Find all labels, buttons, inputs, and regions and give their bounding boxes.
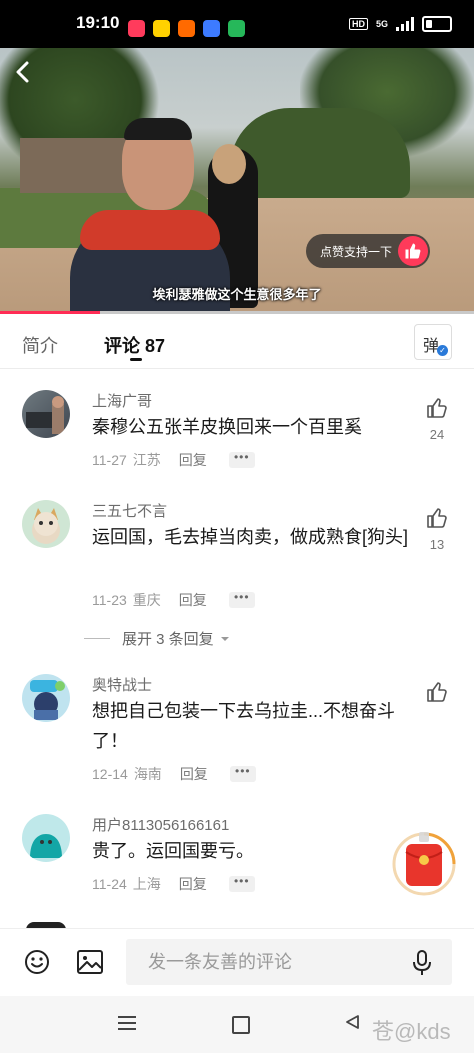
comment-like-button[interactable]: 24 (424, 396, 450, 442)
comment-meta: 11-23 重庆 回复 ••• (92, 590, 255, 610)
app-notification-icon (228, 20, 245, 37)
thumbs-up-icon (427, 682, 447, 702)
video-subtitle: 埃利瑟雅做这个生意很多年了 (152, 287, 322, 302)
comment-meta: 11-27 江苏 回复 ••• (92, 450, 255, 470)
divider (84, 638, 110, 639)
watermark: 苍@kds (372, 1019, 451, 1044)
menu-icon[interactable] (118, 1016, 136, 1030)
comment-author[interactable]: 上海广哥 (92, 390, 152, 411)
comment-compose-bar (0, 928, 474, 997)
avatar[interactable] (22, 814, 70, 862)
back-triangle-icon[interactable] (344, 1014, 360, 1030)
status-bar: 19:10 HD 5G (0, 0, 474, 48)
red-envelope-icon (392, 832, 456, 896)
comment-location: 重庆 (132, 592, 161, 608)
tab-comments[interactable]: 评论 87 (104, 332, 165, 358)
avatar[interactable] (22, 674, 70, 722)
comment-date: 11-23 (92, 592, 127, 608)
app-notification-icon (128, 20, 145, 37)
microphone-icon[interactable] (410, 949, 434, 977)
more-options-button[interactable]: ••• (229, 765, 256, 782)
red-packet-button[interactable] (392, 828, 456, 900)
comment-date: 11-24 (92, 876, 127, 892)
signal-icon (396, 17, 414, 31)
system-navigation-bar: 苍@kds (0, 996, 474, 1053)
status-time: 19:10 (76, 13, 120, 32)
network-type: 5G (375, 19, 388, 29)
comment-like-button[interactable]: 13 (424, 506, 450, 552)
comment-input[interactable] (126, 939, 452, 985)
expand-replies-label: 展开 3 条回复 (122, 631, 214, 648)
comment-location: 江苏 (132, 452, 161, 468)
thumbs-up-icon (427, 398, 447, 418)
notification-icons (128, 20, 245, 37)
comment-author[interactable]: 用户8113056166161 (92, 814, 229, 835)
reply-button[interactable]: 回复 (179, 590, 207, 610)
comment-text[interactable]: 秦穆公五张羊皮换回来一个百里奚 (92, 412, 410, 442)
reply-button[interactable]: 回复 (180, 764, 208, 784)
like-count: 24 (429, 427, 445, 442)
thumbs-up-icon (427, 508, 447, 528)
reply-button[interactable]: 回复 (179, 874, 207, 894)
like-support-button[interactable]: 点赞支持一下 (306, 234, 430, 268)
more-options-button[interactable]: ••• (228, 875, 255, 892)
status-indicators: HD 5G (348, 16, 452, 32)
app-notification-icon (203, 20, 220, 37)
avatar[interactable] (22, 500, 70, 548)
comment-author[interactable]: 奥特战士 (92, 674, 152, 695)
content-tabs: 简介 评论 87 弹 ✓ (0, 314, 474, 369)
video-player[interactable]: 点赞支持一下 埃利瑟雅做这个生意很多年了 (0, 48, 474, 314)
comment-meta: 12-14 海南 回复 ••• (92, 764, 256, 784)
chevron-down-icon (220, 636, 229, 641)
expand-replies-button[interactable]: 展开 3 条回复 (84, 628, 231, 649)
app-notification-icon (178, 20, 195, 37)
home-icon[interactable] (232, 1016, 250, 1034)
active-tab-indicator (130, 358, 142, 361)
emoji-icon[interactable] (24, 949, 50, 975)
image-icon[interactable] (76, 949, 104, 975)
comment-text[interactable]: 运回国，毛去掉当肉卖，做成熟食[狗头] (92, 522, 410, 552)
comment-text[interactable]: 想把自己包装一下去乌拉圭...不想奋斗了！ (92, 696, 410, 756)
back-arrow-icon[interactable] (10, 58, 38, 86)
like-support-label: 点赞支持一下 (320, 244, 393, 259)
comment-date: 11-27 (92, 452, 127, 468)
comment-text[interactable]: 贵了。运回国要亏。 (92, 836, 410, 866)
comment-location: 上海 (132, 876, 161, 892)
app-notification-icon (153, 20, 170, 37)
like-count: 13 (429, 537, 445, 552)
avatar[interactable] (22, 390, 70, 438)
hd-badge: HD (348, 18, 368, 30)
comment-meta: 11-24 上海 回复 ••• (92, 874, 255, 894)
check-icon: ✓ (437, 345, 448, 356)
reply-button[interactable]: 回复 (179, 450, 207, 470)
comment-author[interactable]: 三五七不言 (92, 500, 167, 521)
tab-intro[interactable]: 简介 (22, 332, 58, 358)
comment-date: 12-14 (92, 766, 128, 782)
thumbs-up-icon (398, 236, 428, 266)
battery-icon (422, 16, 452, 32)
comment-location: 海南 (133, 766, 162, 782)
danmu-toggle-button[interactable]: 弹 ✓ (414, 324, 452, 360)
more-options-button[interactable]: ••• (228, 451, 255, 468)
comment-like-button[interactable] (424, 680, 450, 709)
more-options-button[interactable]: ••• (228, 591, 255, 608)
